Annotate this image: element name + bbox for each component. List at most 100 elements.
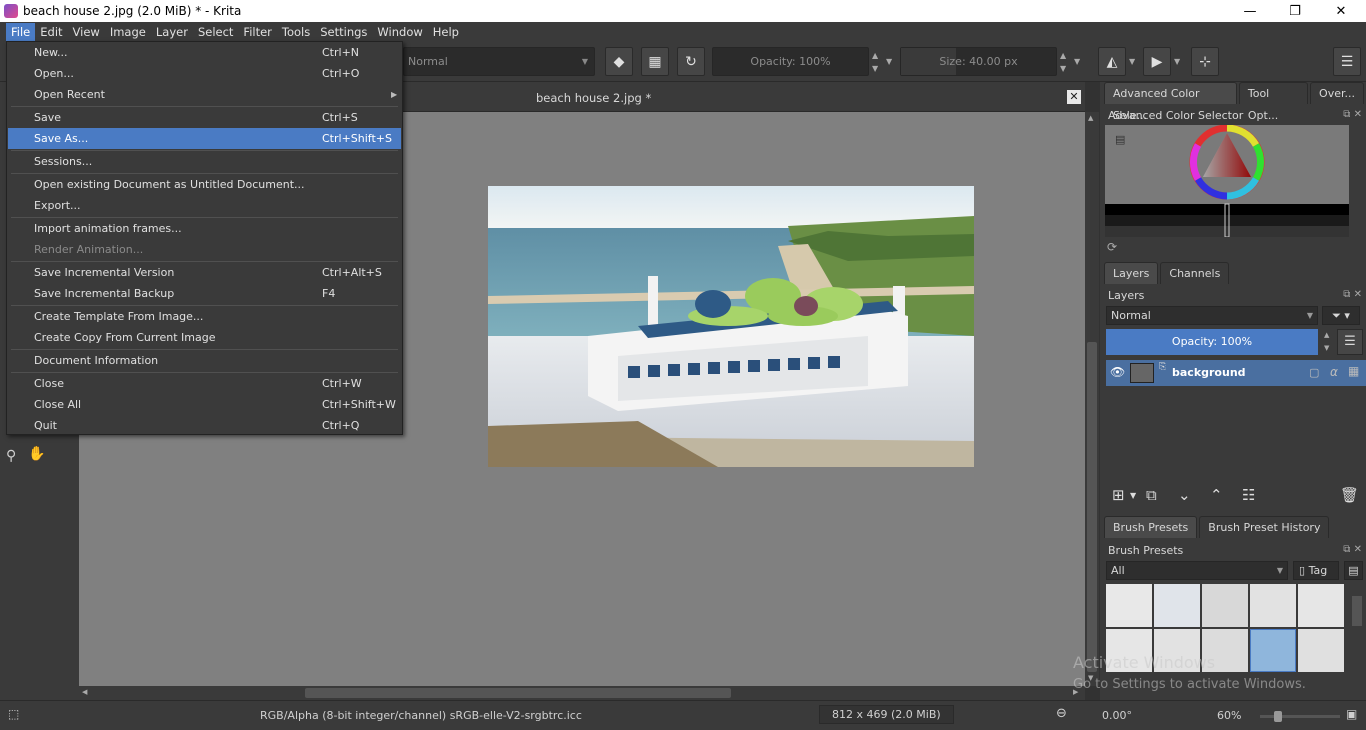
menu-item-create-copy[interactable]: Create Copy From Current Image xyxy=(8,327,401,348)
color-selector-panel[interactable]: ▤ xyxy=(1105,125,1349,237)
move-layer-down-icon[interactable]: ⌄ xyxy=(1178,486,1191,504)
refresh-color-icon[interactable]: ⟳ xyxy=(1107,240,1117,254)
tab-brush-presets[interactable]: Brush Presets xyxy=(1104,516,1198,538)
tab-brush-preset-history[interactable]: Brush Preset History xyxy=(1199,516,1330,538)
menu-item-new[interactable]: New... Ctrl+N xyxy=(8,42,401,63)
layer-row-background[interactable]: 👁 ⎘ background ▢ α ▦ xyxy=(1106,360,1366,386)
opacity-menu-icon[interactable]: ▼ xyxy=(886,57,892,66)
menu-item-close[interactable]: Close Ctrl+W xyxy=(8,373,401,394)
rotation-value[interactable]: 0.00° xyxy=(1102,709,1132,722)
duplicate-layer-icon[interactable]: ⧉ xyxy=(1146,486,1157,504)
scroll-up-icon[interactable]: ▲ xyxy=(1088,114,1093,122)
horizontal-scroll-thumb[interactable] xyxy=(305,688,731,698)
delete-layer-icon[interactable]: 🗑 xyxy=(1340,486,1359,504)
menu-view[interactable]: View xyxy=(68,23,105,41)
lock-icon[interactable]: ▢ xyxy=(1309,366,1319,379)
menu-item-document-information[interactable]: Document Information xyxy=(8,350,401,371)
layer-blend-mode-select[interactable]: Normal ▼ xyxy=(1106,306,1318,325)
size-slider[interactable]: Size: 40.00 px xyxy=(900,47,1057,76)
size-spin-up-icon[interactable]: ▲ xyxy=(1060,51,1066,60)
menu-image[interactable]: Image xyxy=(105,23,151,41)
size-spin-down-icon[interactable]: ▼ xyxy=(1060,64,1066,73)
dock-float-close-icon[interactable]: ⧉ ✕ xyxy=(1343,109,1362,120)
close-window-button[interactable]: ✕ xyxy=(1318,0,1364,22)
docker-menu-button[interactable]: ☰ xyxy=(1333,47,1361,76)
reload-preset-button[interactable]: ↻ xyxy=(677,47,705,76)
scroll-left-icon[interactable]: ◀ xyxy=(82,688,87,696)
brush-tag-button[interactable]: ▯ Tag xyxy=(1293,561,1339,580)
menu-item-export[interactable]: Export... xyxy=(8,195,401,216)
menu-item-save-incremental-version[interactable]: Save Incremental Version Ctrl+Alt+S xyxy=(8,262,401,283)
menu-item-open[interactable]: Open... Ctrl+O xyxy=(8,63,401,84)
eye-visibility-icon[interactable]: 👁 xyxy=(1110,365,1125,379)
mirror-horizontal-button[interactable]: ◭ xyxy=(1098,47,1126,76)
brush-scrollbar[interactable] xyxy=(1350,584,1364,676)
layer-name[interactable]: background xyxy=(1172,366,1246,379)
menu-filter[interactable]: Filter xyxy=(238,23,276,41)
zoom-tool-icon[interactable]: ⚲ xyxy=(6,448,16,464)
brush-view-button[interactable]: ▤ xyxy=(1344,561,1363,580)
opacity-spin-up-icon[interactable]: ▲ xyxy=(872,51,878,60)
menu-select[interactable]: Select xyxy=(193,23,238,41)
brush-preset-marker-blue[interactable] xyxy=(1154,584,1200,627)
layer-filter-button[interactable]: ⏷ ▾ xyxy=(1322,306,1360,325)
zoom-slider-handle[interactable] xyxy=(1274,711,1282,722)
vertical-scroll-thumb[interactable] xyxy=(1087,342,1097,672)
alpha-lock-icon[interactable]: α xyxy=(1330,365,1338,379)
menu-item-open-as-untitled[interactable]: Open existing Document as Untitled Docum… xyxy=(8,174,401,195)
menu-layer[interactable]: Layer xyxy=(151,23,193,41)
selection-icon[interactable]: ⬚ xyxy=(8,707,19,721)
move-layer-up-icon[interactable]: ⌃ xyxy=(1210,486,1223,504)
add-layer-icon[interactable]: ⊞ xyxy=(1112,486,1125,504)
brush-preset-airbrush[interactable] xyxy=(1202,584,1248,627)
opacity-slider[interactable]: Opacity: 100% xyxy=(712,47,869,76)
vertical-scrollbar[interactable]: ▲ ▼ xyxy=(1085,112,1099,686)
brush-preset-ink-pen[interactable] xyxy=(1250,584,1296,627)
horizontal-scrollbar[interactable]: ◀ ▶ xyxy=(79,686,1085,700)
inherit-alpha-icon[interactable]: ▦ xyxy=(1348,364,1359,378)
zoom-slider[interactable] xyxy=(1260,711,1340,722)
eraser-mode-button[interactable]: ◆ xyxy=(605,47,633,76)
menu-item-sessions[interactable]: Sessions... xyxy=(8,151,401,172)
mirror-horizontal-menu-icon[interactable]: ▼ xyxy=(1129,57,1135,66)
layer-opacity-down-icon[interactable]: ▼ xyxy=(1324,344,1329,352)
menu-settings[interactable]: Settings xyxy=(315,23,372,41)
menu-item-save-as[interactable]: Save As... Ctrl+Shift+S xyxy=(8,128,401,149)
blend-mode-select[interactable]: Normal ▼ xyxy=(403,47,595,76)
mirror-vertical-menu-icon[interactable]: ▼ xyxy=(1174,57,1180,66)
wrap-around-button[interactable]: ⊹ xyxy=(1191,47,1219,76)
brush-preset-brush-pen[interactable] xyxy=(1298,584,1344,627)
opacity-spin-down-icon[interactable]: ▼ xyxy=(872,64,878,73)
layer-opacity-slider[interactable]: Opacity: 100% xyxy=(1106,329,1318,355)
tab-layers[interactable]: Layers xyxy=(1104,262,1159,284)
menu-item-import-animation[interactable]: Import animation frames... xyxy=(8,218,401,239)
tab-advanced-color-selector[interactable]: Advanced Color Sele... xyxy=(1104,82,1237,122)
menu-item-close-all[interactable]: Close All Ctrl+Shift+W xyxy=(8,394,401,415)
layer-properties-icon[interactable]: ☷ xyxy=(1242,486,1255,504)
layer-properties-button[interactable]: ☰ xyxy=(1337,329,1363,355)
document-tab-title[interactable]: beach house 2.jpg * xyxy=(536,91,651,105)
brush-preset-selected[interactable] xyxy=(1250,629,1296,672)
menu-item-open-recent[interactable]: Open Recent ▶ xyxy=(8,84,401,105)
menu-file[interactable]: File xyxy=(6,23,36,41)
menu-item-save[interactable]: Save Ctrl+S xyxy=(8,107,401,128)
canvas-image[interactable] xyxy=(488,186,974,467)
brush-scroll-thumb[interactable] xyxy=(1352,596,1362,626)
menu-edit[interactable]: Edit xyxy=(35,23,67,41)
fullscreen-icon[interactable]: ▣ xyxy=(1346,707,1357,721)
brush-filter-select[interactable]: All ▼ xyxy=(1106,561,1288,580)
menu-help[interactable]: Help xyxy=(428,23,464,41)
layers-float-close-icon[interactable]: ⧉ ✕ xyxy=(1343,289,1362,300)
menu-tools[interactable]: Tools xyxy=(277,23,315,41)
brush-float-close-icon[interactable]: ⧉ ✕ xyxy=(1343,544,1362,555)
tab-overview[interactable]: Over... xyxy=(1310,82,1364,104)
minimize-button[interactable]: — xyxy=(1227,0,1273,22)
pan-tool-icon[interactable]: ✋ xyxy=(28,446,45,462)
mirror-vertical-button[interactable]: ▶ xyxy=(1143,47,1171,76)
tab-tool-options[interactable]: Tool Opt... xyxy=(1238,82,1309,122)
restore-button[interactable]: ❐ xyxy=(1272,0,1318,22)
menu-window[interactable]: Window xyxy=(372,23,427,41)
close-document-button[interactable]: ✕ xyxy=(1067,90,1081,104)
add-layer-menu-icon[interactable]: ▼ xyxy=(1130,491,1136,500)
rotation-icon[interactable]: ⊖ xyxy=(1056,706,1067,721)
